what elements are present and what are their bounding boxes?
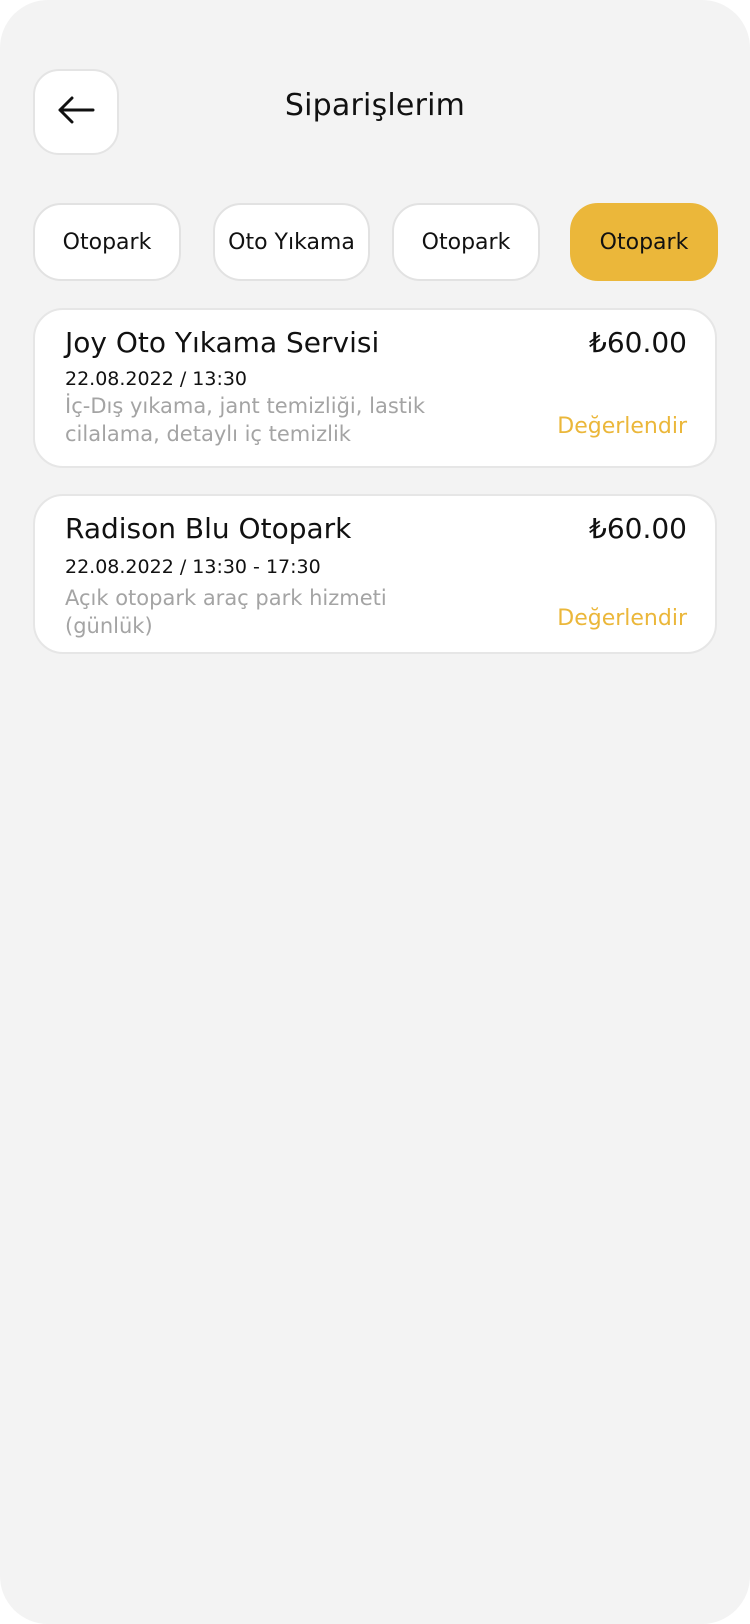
filter-chip-otopark-3-active[interactable]: Otopark — [570, 203, 718, 281]
order-price: ₺60.00 — [589, 326, 687, 359]
order-datetime: 22.08.2022 / 13:30 — [65, 368, 248, 390]
order-datetime: 22.08.2022 / 13:30 - 17:30 — [65, 556, 321, 578]
order-card[interactable]: Radison Blu Otopark 22.08.2022 / 13:30 -… — [33, 494, 717, 654]
order-description: Açık otopark araç park hizmeti (günlük) — [65, 586, 387, 638]
filter-chip-otopark-1[interactable]: Otopark — [33, 203, 181, 281]
filter-chip-oto-yikama[interactable]: Oto Yıkama — [213, 203, 370, 281]
filter-chip-otopark-2[interactable]: Otopark — [392, 203, 540, 281]
order-title: Radison Blu Otopark — [65, 512, 352, 545]
filter-chips: Otopark Oto Yıkama Otopark Otopark — [33, 203, 718, 281]
order-card[interactable]: Joy Oto Yıkama Servisi 22.08.2022 / 13:3… — [33, 308, 717, 468]
rate-order-link[interactable]: Değerlendir — [557, 606, 687, 631]
order-description: İç-Dış yıkama, jant temizliği, lastik ci… — [65, 394, 425, 446]
orders-screen: Siparişlerim Otopark Oto Yıkama Otopark … — [0, 0, 750, 1624]
rate-order-link[interactable]: Değerlendir — [557, 414, 687, 439]
page-title: Siparişlerim — [284, 88, 466, 123]
order-title: Joy Oto Yıkama Servisi — [65, 326, 380, 359]
order-price: ₺60.00 — [589, 512, 687, 545]
